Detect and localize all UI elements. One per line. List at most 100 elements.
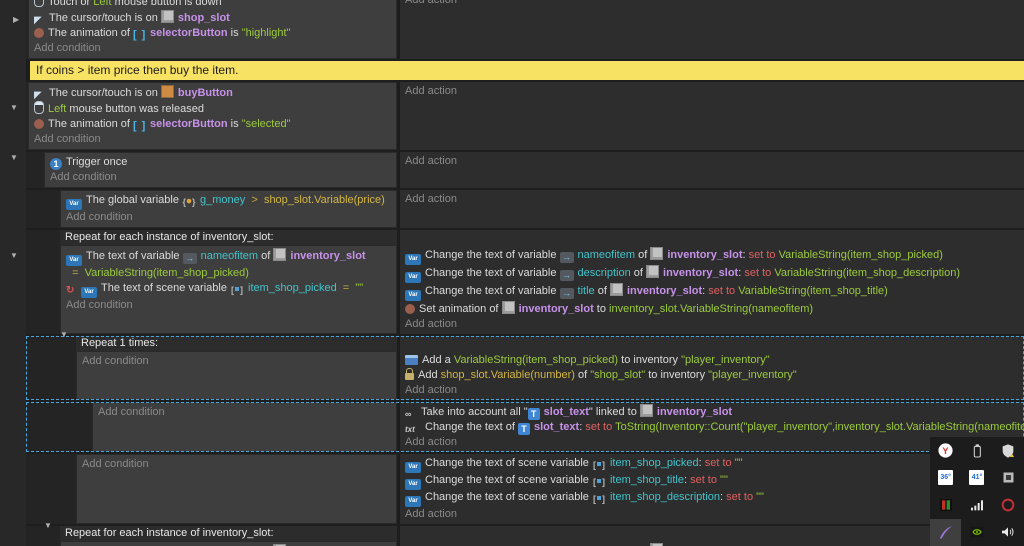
action-row[interactable]: Add shop_slot.Variable(number) of "shop_… <box>405 368 1024 383</box>
conditions-box[interactable]: The text of variable nameofitem of inven… <box>60 245 397 334</box>
temperature-badge-2[interactable]: 41° <box>961 464 992 491</box>
action-row[interactable]: Change the text of variable description … <box>405 265 1024 283</box>
add-condition-link[interactable]: Add condition <box>66 210 392 225</box>
event-buy-click[interactable]: The cursor/touch is on buyButtonLeft mou… <box>26 82 1024 150</box>
text-segment: is <box>227 118 242 130</box>
text-segment: " linked to <box>588 406 640 418</box>
add-action-link[interactable]: Add action <box>405 383 1024 398</box>
text-segment: Take into account all " <box>421 406 528 418</box>
comment-buy-logic[interactable]: If coins > item price then buy the item. <box>30 61 1024 80</box>
actions-column[interactable]: Add action <box>397 0 1024 59</box>
add-action-link[interactable]: Add action <box>405 317 1024 332</box>
condition-row[interactable]: The global variable g_money > shop_slot.… <box>66 193 392 210</box>
action-row[interactable]: Set animation of inventory_slot to inven… <box>405 301 1024 317</box>
action-row[interactable]: Change the text of variable nameofitem o… <box>405 247 1024 265</box>
var-icon <box>405 272 421 283</box>
text-segment: VariableString(item_shop_picked) <box>84 267 249 279</box>
var-icon <box>405 290 421 301</box>
text-segment: "shop_slot" <box>590 369 646 381</box>
objg-icon <box>609 283 623 296</box>
add-condition-link[interactable]: Add condition <box>34 132 392 147</box>
text-segment: "" <box>355 282 364 294</box>
event-foreach-inventory-2[interactable]: Repeat for each instance of inventory_sl… <box>26 526 1024 546</box>
actions-column[interactable]: Add action <box>397 190 1024 228</box>
conditions-box[interactable]: Add condition <box>76 454 397 524</box>
shield-warning-icon[interactable] <box>993 437 1024 464</box>
event-header[interactable]: Repeat for each instance of inventory_sl… <box>60 526 397 541</box>
text-segment: item_shop_picked <box>248 282 337 294</box>
conditions-box[interactable]: Touch or Left mouse button is downThe cu… <box>28 0 397 59</box>
fold-arrow-collapsed-icon[interactable]: ▶ <box>13 16 19 24</box>
condition-row[interactable]: The animation of selectorButton is "sele… <box>34 117 392 132</box>
compare-bars-icon[interactable] <box>930 492 961 519</box>
conditions-box[interactable]: Add condition <box>92 402 397 452</box>
feather-pen-icon[interactable] <box>930 518 962 546</box>
condition-row[interactable]: The animation of selectorButton is "high… <box>34 26 392 41</box>
objg-icon <box>160 10 174 23</box>
add-condition-link[interactable]: Add condition <box>82 457 392 472</box>
add-action-link[interactable]: Add action <box>405 192 1024 207</box>
add-action-link[interactable]: Add action <box>405 0 1024 8</box>
condition-row[interactable]: Touch or Left mouse button is down <box>34 0 392 10</box>
condition-row[interactable]: The text of variable nameofitem of inven… <box>66 248 392 281</box>
action-row[interactable]: Change the text of slot_text: set to ToS… <box>405 420 1024 435</box>
conditions-box[interactable]: The global variable g_money > shop_slot.… <box>60 190 397 228</box>
event-update-slot-text[interactable]: Add condition Take into account all " slot… <box>26 402 1024 452</box>
condition-row[interactable]: Trigger once <box>50 155 392 170</box>
text-segment: Change the text of variable <box>425 267 560 279</box>
condition-row[interactable]: The cursor/touch is on buyButton <box>34 85 392 101</box>
indent-spacer <box>26 454 76 524</box>
conditions-box[interactable]: Trigger once Add condition <box>44 152 397 188</box>
fold-arrow-expanded-icon[interactable]: ▼ <box>44 522 52 530</box>
event-money-check[interactable]: The global variable g_money > shop_slot.… <box>26 190 1024 228</box>
anim-icon <box>405 304 415 314</box>
add-action-link[interactable]: Add action <box>405 154 1024 169</box>
speaker-icon[interactable] <box>993 519 1024 546</box>
condition-row[interactable]: The text of scene variable item_shop_pic… <box>66 281 392 298</box>
conditions-column: Trigger once Add condition <box>44 152 397 188</box>
fold-arrow-expanded-icon[interactable]: ▼ <box>60 331 68 339</box>
event-trigger-once[interactable]: Trigger once Add condition Add action <box>26 152 1024 188</box>
add-condition-link[interactable]: Add condition <box>50 170 392 185</box>
add-condition-link[interactable]: Add condition <box>34 41 392 56</box>
event-shop-hover[interactable]: Touch or Left mouse button is downThe cu… <box>26 0 1024 59</box>
actions-column[interactable]: Add action <box>397 82 1024 150</box>
text-segment: Change the text of variable <box>425 249 560 261</box>
fold-arrow-expanded-icon[interactable]: ▼ <box>10 252 18 260</box>
event-header[interactable]: Repeat 1 times: <box>76 336 397 351</box>
actions-column[interactable]: Add a VariableString(item_shop_picked) t… <box>397 336 1024 400</box>
mouse-icon <box>34 101 44 114</box>
temperature-badge-1[interactable]: 36° <box>930 464 961 491</box>
text-segment: selectorButton <box>150 27 228 39</box>
action-row[interactable]: Change the text of variable title of inv… <box>405 283 1024 301</box>
add-condition-link[interactable]: Add condition <box>98 405 392 420</box>
record-icon[interactable] <box>993 492 1024 519</box>
event-clear-scene-vars[interactable]: Add condition Change the text of scene va… <box>26 454 1024 524</box>
signal-bars-icon[interactable] <box>961 492 992 519</box>
condition-row[interactable]: The cursor/touch is on shop_slot <box>34 10 392 26</box>
event-header[interactable]: Repeat for each instance of inventory_sl… <box>60 230 397 245</box>
actions-column[interactable]: Change the text of variable nameofitem o… <box>397 230 1024 334</box>
text-segment: shop_slot <box>177 12 230 24</box>
device-icon[interactable] <box>961 437 992 464</box>
text-segment: Trigger once <box>66 156 128 168</box>
text-segment: to <box>593 303 610 315</box>
conditions-box[interactable]: Add condition <box>76 351 397 400</box>
add-action-link[interactable]: Add action <box>405 84 1024 99</box>
event-foreach-inventory-1[interactable]: Repeat for each instance of inventory_sl… <box>26 230 1024 334</box>
nvidia-icon[interactable] <box>961 519 992 546</box>
action-row[interactable]: Take into account all " slot_text" linked… <box>405 404 1024 420</box>
action-row[interactable]: Add a VariableString(item_shop_picked) t… <box>405 353 1024 368</box>
conditions-box[interactable]: The cursor/touch is on buyButtonLeft mou… <box>28 82 397 150</box>
conditions-box[interactable]: The text of variable nameofitem of inven… <box>60 541 397 546</box>
event-repeat-1[interactable]: Repeat 1 times: Add condition Add a Variab… <box>26 336 1024 400</box>
fold-arrow-expanded-icon[interactable]: ▼ <box>10 104 18 112</box>
condition-row[interactable]: Left mouse button was released <box>34 101 392 117</box>
yandex-browser-icon[interactable]: Y <box>930 437 961 464</box>
fold-arrow-expanded-icon[interactable]: ▼ <box>10 154 18 162</box>
add-condition-link[interactable]: Add condition <box>66 298 392 313</box>
actions-column[interactable]: Add action <box>397 152 1024 188</box>
text-segment: VariableString(item_shop_picked) <box>778 249 943 261</box>
window-icon[interactable] <box>993 464 1024 491</box>
add-condition-link[interactable]: Add condition <box>82 354 392 369</box>
